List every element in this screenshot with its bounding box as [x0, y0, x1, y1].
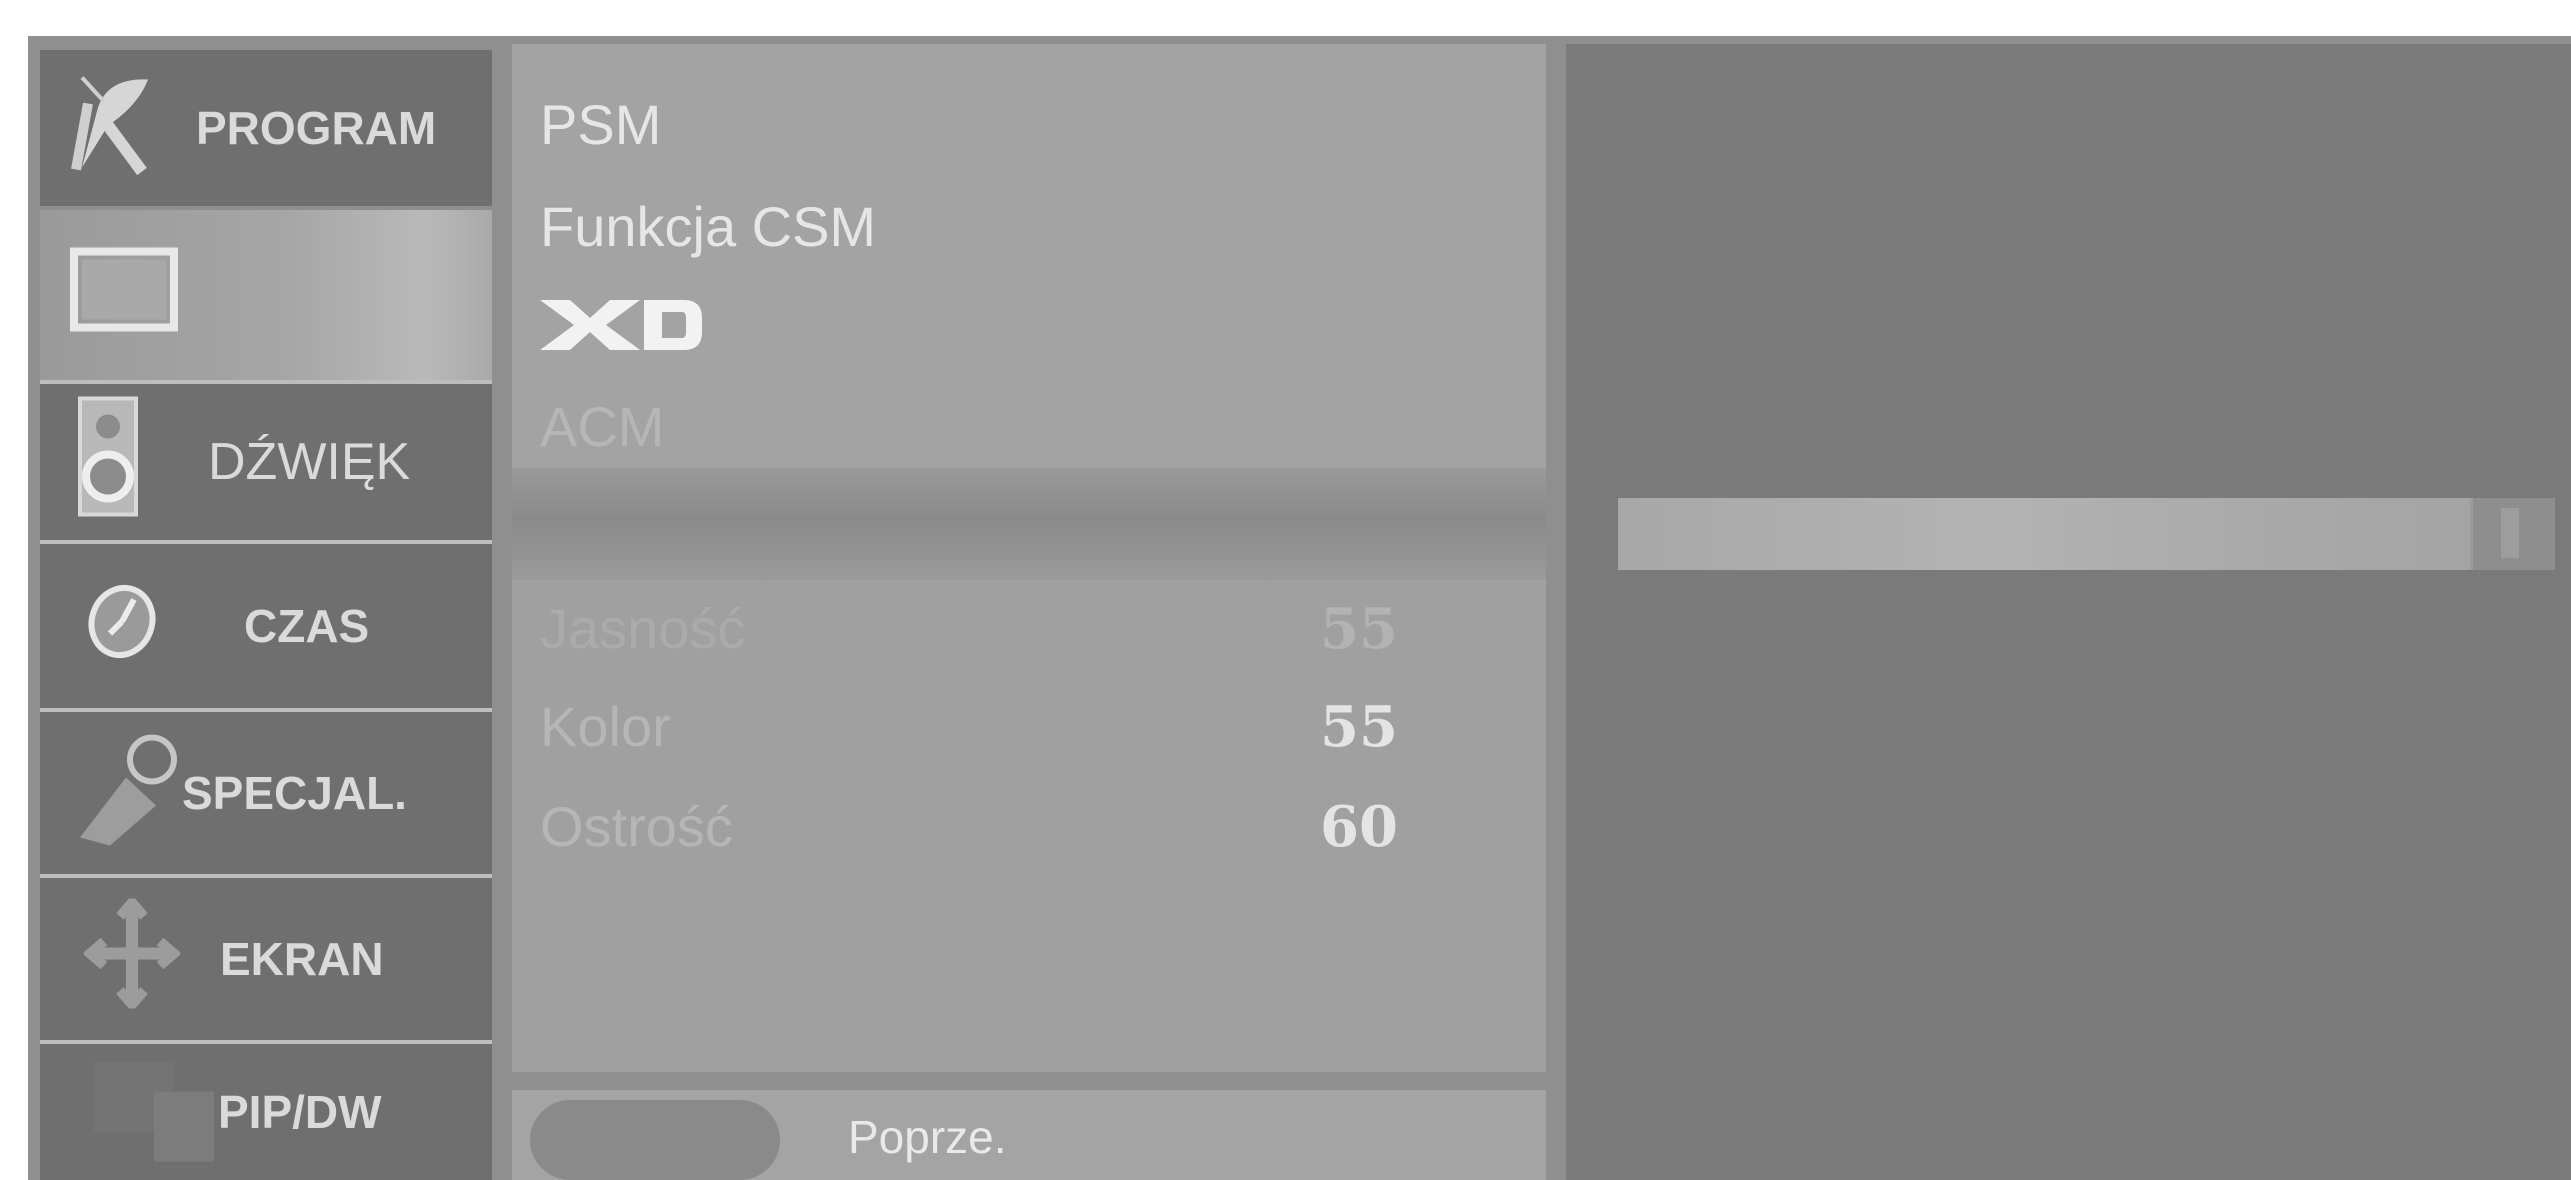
- category-ekran[interactable]: EKRAN: [40, 878, 492, 1040]
- category-label: EKRAN: [220, 933, 384, 985]
- xd-logo-icon: [540, 300, 702, 350]
- key-icon: [70, 728, 180, 859]
- category-pipdw[interactable]: PIP/DW: [40, 1044, 492, 1180]
- category-label: SPECJAL.: [182, 767, 407, 819]
- adjust-slider-handle[interactable]: [2470, 498, 2555, 570]
- menu-item-csm[interactable]: Funkcja CSM: [540, 194, 876, 259]
- category-obraz[interactable]: [40, 210, 492, 380]
- speaker-icon: [76, 396, 140, 528]
- adjust-label-jasnosc[interactable]: Jasność: [540, 596, 745, 661]
- menu-item-acm[interactable]: ACM: [540, 394, 664, 459]
- category-label: PROGRAM: [196, 102, 437, 154]
- adjust-value-ostrosc: 60: [1320, 794, 1398, 860]
- category-label: PIP/DW: [218, 1086, 382, 1138]
- menu-item-xd[interactable]: [536, 296, 706, 359]
- category-dzwiek[interactable]: DŹWIĘK: [40, 384, 492, 540]
- submenu-divider: [512, 468, 1546, 580]
- clock-icon: [82, 578, 162, 675]
- adjust-value-jasnosc: 55: [1320, 596, 1398, 662]
- screen-icon: [70, 247, 178, 343]
- back-button[interactable]: [530, 1100, 780, 1180]
- category-program[interactable]: PROGRAM: [40, 50, 492, 206]
- category-specjal[interactable]: SPECJAL.: [40, 712, 492, 874]
- category-label: CZAS: [244, 600, 370, 652]
- adjust-label-ostrosc[interactable]: Ostrość: [540, 794, 733, 859]
- adjust-slider-track[interactable]: [1618, 498, 2550, 570]
- back-label: Poprze.: [848, 1111, 1007, 1163]
- category-czas[interactable]: CZAS: [40, 544, 492, 708]
- adjust-label-kolor[interactable]: Kolor: [540, 694, 671, 759]
- satellite-icon: [68, 68, 158, 189]
- move-arrows-icon: [82, 894, 182, 1020]
- adjust-value-kolor: 55: [1320, 694, 1398, 760]
- pip-icon: [90, 1052, 220, 1173]
- preview-panel: [1566, 44, 2571, 1180]
- menu-item-psm[interactable]: PSM: [540, 92, 661, 157]
- category-label: DŹWIĘK: [208, 433, 411, 491]
